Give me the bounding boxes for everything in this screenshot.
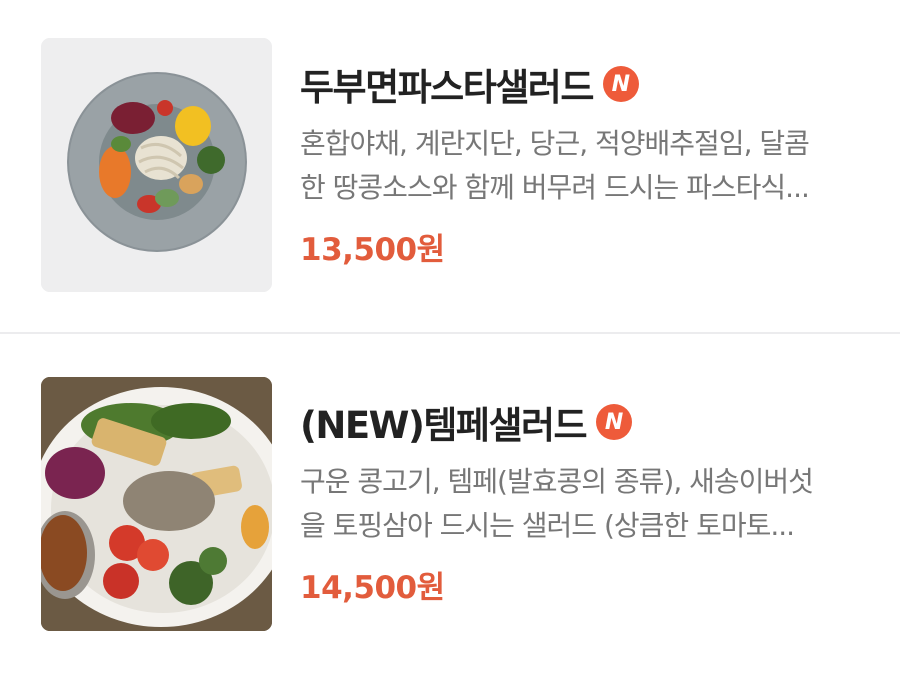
new-badge-icon: N (596, 404, 633, 440)
menu-item-title: (NEW)템페샐러드 (300, 404, 588, 447)
menu-item-title: 두부면파스타샐러드 (300, 66, 594, 109)
salad-bowl-image (41, 377, 272, 631)
description-line: 한 땅콩소스와 함께 버무려 드시는 파스타식... (300, 171, 810, 204)
menu-item-tofu-pasta-salad[interactable]: 두부면파스타샐러드 N 혼합야채, 계란지단, 당근, 적양배추절임, 달콤 한… (0, 0, 900, 330)
description-line: 혼합야채, 계란지단, 당근, 적양배추절임, 달콤 (300, 127, 810, 160)
menu-item-price: 14,500원 (300, 570, 445, 606)
menu-item-image[interactable] (41, 38, 272, 292)
menu-item-price: 13,500원 (300, 232, 445, 268)
menu-item-tempeh-salad[interactable]: (NEW)템페샐러드 N 구운 콩고기, 템페(발효콩의 종류), 새송이버섯 … (0, 336, 900, 666)
item-divider (0, 332, 900, 334)
description-line: 구운 콩고기, 템페(발효콩의 종류), 새송이버섯 (300, 465, 814, 498)
new-badge-icon: N (602, 66, 639, 102)
description-line: 을 토핑삼아 드시는 샐러드 (상큼한 토마토... (300, 509, 795, 542)
menu-item-image[interactable] (41, 377, 272, 631)
salad-bowl-image (41, 38, 272, 292)
menu-item-description: 혼합야채, 계란지단, 당근, 적양배추절임, 달콤 한 땅콩소스와 함께 버무… (300, 122, 860, 210)
menu-item-description: 구운 콩고기, 템페(발효콩의 종류), 새송이버섯 을 토핑삼아 드시는 샐러… (300, 460, 860, 548)
